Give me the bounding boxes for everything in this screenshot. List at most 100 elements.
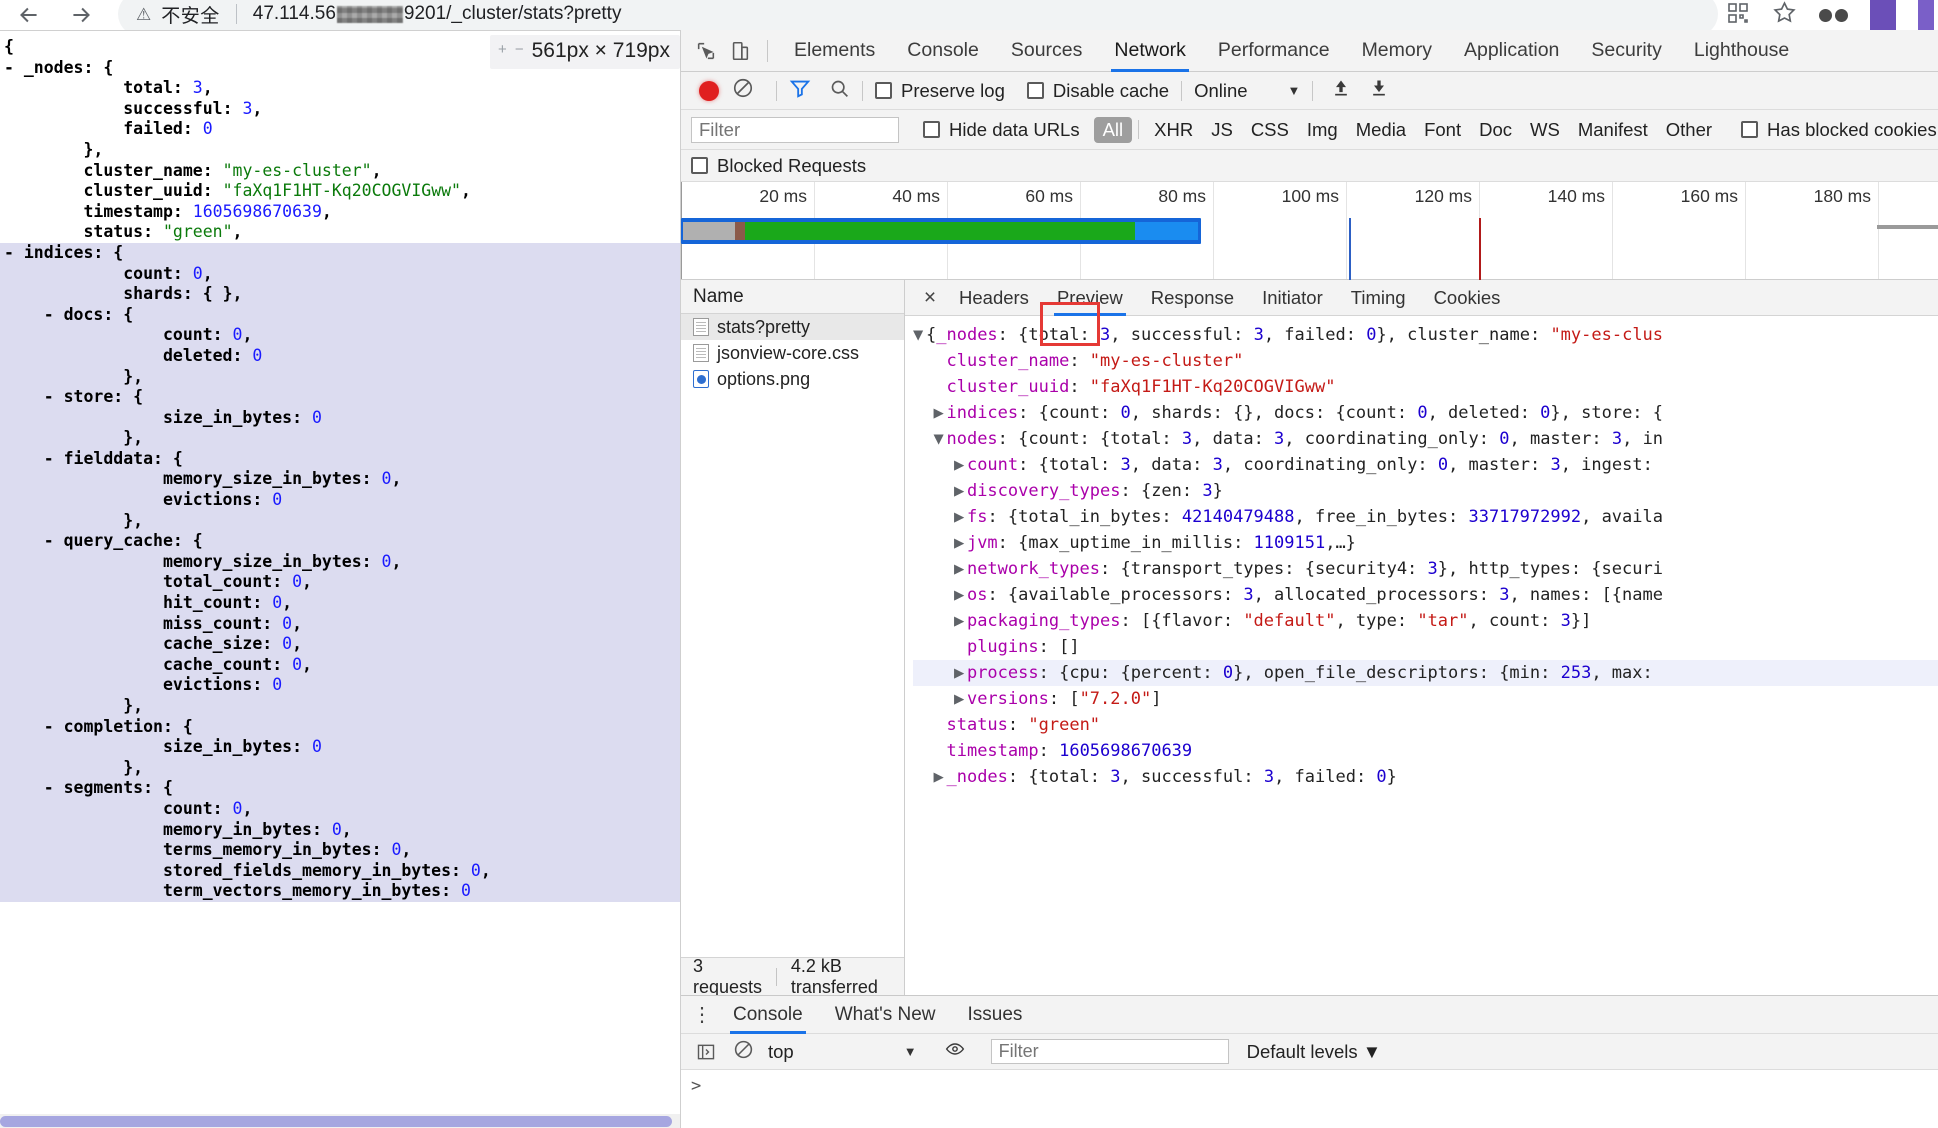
qr-code-icon[interactable]: [1726, 1, 1750, 30]
resource-filter-font[interactable]: Font: [1415, 117, 1470, 143]
resource-filter-js[interactable]: JS: [1202, 117, 1242, 143]
tab-application[interactable]: Application: [1448, 30, 1575, 72]
checkbox-box[interactable]: [923, 121, 940, 138]
disclosure-triangle-icon[interactable]: ▶: [954, 452, 967, 478]
resource-filter-ws[interactable]: WS: [1521, 117, 1569, 143]
preview-line[interactable]: ▶ os: {available_processors: 3, allocated…: [913, 582, 1938, 608]
preview-line[interactable]: status: "green": [913, 712, 1938, 738]
disclosure-triangle-icon[interactable]: ▶: [933, 764, 946, 790]
scrollbar-thumb[interactable]: [0, 1116, 672, 1127]
resource-filter-other[interactable]: Other: [1657, 117, 1721, 143]
disclosure-triangle-icon[interactable]: [933, 348, 946, 374]
preview-json-tree[interactable]: ▼ {_nodes: {total: 3, successful: 3, fail…: [905, 316, 1938, 790]
chevron-down-icon[interactable]: ▼: [904, 1044, 917, 1059]
checkbox-box[interactable]: [691, 157, 708, 174]
detail-tab-headers[interactable]: Headers: [945, 280, 1043, 316]
forward-arrow-icon[interactable]: [68, 2, 94, 28]
clear-network-log-icon[interactable]: [732, 77, 754, 104]
export-har-icon[interactable]: [1369, 77, 1389, 104]
preview-line[interactable]: ▶ fs: {total_in_bytes: 42140479488, free_…: [913, 504, 1938, 530]
record-button-icon[interactable]: [699, 80, 719, 101]
preview-line[interactable]: ▶ jvm: {max_uptime_in_millis: 1109151,…}: [913, 530, 1938, 556]
resource-filter-css[interactable]: CSS: [1242, 117, 1298, 143]
tab-console[interactable]: Console: [891, 30, 995, 72]
console-levels-dropdown[interactable]: Default levels ▼: [1247, 1041, 1382, 1063]
filter-funnel-icon[interactable]: [789, 77, 811, 104]
drawer-tab-issues[interactable]: Issues: [951, 996, 1038, 1034]
request-row[interactable]: options.png: [681, 366, 904, 392]
checkbox-box[interactable]: [1741, 121, 1759, 138]
disclosure-triangle-icon[interactable]: ▶: [954, 582, 967, 608]
detail-tab-timing[interactable]: Timing: [1337, 280, 1420, 316]
preview-line[interactable]: ▶ packaging_types: [{flavor: "default", t…: [913, 608, 1938, 634]
disclosure-triangle-icon[interactable]: [954, 634, 967, 660]
tab-security[interactable]: Security: [1575, 30, 1677, 72]
request-row[interactable]: stats?pretty: [681, 314, 904, 340]
disclosure-triangle-icon[interactable]: ▶: [954, 478, 967, 504]
console-filter-input[interactable]: [990, 1039, 1229, 1064]
search-icon[interactable]: [829, 78, 850, 104]
detail-tab-cookies[interactable]: Cookies: [1420, 280, 1515, 316]
back-arrow-icon[interactable]: [16, 2, 42, 28]
request-list-header[interactable]: Name: [681, 280, 904, 314]
detail-tab-initiator[interactable]: Initiator: [1248, 280, 1337, 316]
disclosure-triangle-icon[interactable]: ▶: [954, 608, 967, 634]
preview-line[interactable]: plugins: []: [913, 634, 1938, 660]
network-filter-input[interactable]: [691, 116, 899, 143]
resource-filter-media[interactable]: Media: [1347, 117, 1415, 143]
blocked-requests-checkbox[interactable]: Blocked Requests: [691, 155, 866, 177]
preview-line[interactable]: timestamp: 1605698670639: [913, 738, 1938, 764]
tab-lighthouse[interactable]: Lighthouse: [1678, 30, 1805, 72]
detail-tab-preview[interactable]: Preview: [1043, 280, 1137, 316]
resource-filter-img[interactable]: Img: [1298, 117, 1347, 143]
disclosure-triangle-icon[interactable]: ▼: [933, 426, 946, 452]
extensions-icon[interactable]: [1819, 8, 1848, 22]
resource-filter-manifest[interactable]: Manifest: [1569, 117, 1657, 143]
preview-line[interactable]: ▶ indices: {count: 0, shards: {}, docs: {…: [913, 400, 1938, 426]
preview-line[interactable]: ▶ discovery_types: {zen: 3}: [913, 478, 1938, 504]
preview-line[interactable]: ▶ versions: ["7.2.0"]: [913, 686, 1938, 712]
close-detail-icon[interactable]: ×: [915, 286, 945, 310]
page-horizontal-scrollbar[interactable]: [0, 1114, 680, 1128]
disclosure-triangle-icon[interactable]: ▶: [933, 400, 946, 426]
has-blocked-cookies-checkbox[interactable]: Has blocked cookies: [1741, 119, 1937, 141]
more-options-icon[interactable]: ⋮: [687, 1002, 717, 1027]
preview-line[interactable]: ▶ count: {total: 3, data: 3, coordinating…: [913, 452, 1938, 478]
console-output[interactable]: >: [681, 1070, 1938, 1128]
tab-performance[interactable]: Performance: [1202, 30, 1346, 72]
inspect-element-icon[interactable]: [689, 34, 723, 68]
import-har-icon[interactable]: [1331, 77, 1351, 104]
throttling-dropdown[interactable]: Online ▼: [1194, 80, 1300, 102]
bookmark-star-icon[interactable]: [1772, 0, 1797, 30]
preview-line[interactable]: ▶ _nodes: {total: 3, successful: 3, faile…: [913, 764, 1938, 790]
disclosure-triangle-icon[interactable]: ▶: [954, 556, 967, 582]
disclosure-triangle-icon[interactable]: ▼: [913, 322, 926, 348]
browser-menu-icon[interactable]: [1918, 0, 1934, 30]
clear-console-icon[interactable]: [733, 1039, 754, 1065]
device-toolbar-icon[interactable]: [723, 34, 757, 68]
checkbox-box[interactable]: [1026, 82, 1044, 99]
console-sidebar-icon[interactable]: [689, 1035, 723, 1069]
console-context-value[interactable]: top: [768, 1041, 794, 1063]
request-row[interactable]: jsonview-core.css: [681, 340, 904, 366]
resource-filter-doc[interactable]: Doc: [1470, 117, 1521, 143]
disclosure-triangle-icon[interactable]: ▶: [954, 686, 967, 712]
preview-line[interactable]: ▶ process: {cpu: {percent: 0}, open_file_…: [913, 660, 1938, 686]
hide-data-urls-checkbox[interactable]: Hide data URLs: [923, 119, 1080, 141]
disable-cache-checkbox[interactable]: Disable cache: [1026, 80, 1169, 102]
disclosure-triangle-icon[interactable]: ▶: [954, 504, 967, 530]
resource-filter-xhr[interactable]: XHR: [1145, 117, 1202, 143]
disclosure-triangle-icon[interactable]: [933, 374, 946, 400]
tab-elements[interactable]: Elements: [778, 30, 891, 72]
preview-line[interactable]: cluster_uuid: "faXq1F1HT-Kq20COGVIGww": [913, 374, 1938, 400]
preview-line[interactable]: ▼ {_nodes: {total: 3, successful: 3, fail…: [913, 322, 1938, 348]
live-expression-eye-icon[interactable]: [943, 1039, 967, 1064]
disclosure-triangle-icon[interactable]: [933, 738, 946, 764]
drawer-tab-console[interactable]: Console: [717, 996, 819, 1034]
disclosure-triangle-icon[interactable]: ▶: [954, 530, 967, 556]
preview-line[interactable]: ▼ nodes: {count: {total: 3, data: 3, coor…: [913, 426, 1938, 452]
disclosure-triangle-icon[interactable]: ▶: [954, 660, 967, 686]
preview-line[interactable]: cluster_name: "my-es-cluster": [913, 348, 1938, 374]
resource-filter-all[interactable]: All: [1093, 116, 1133, 143]
tab-memory[interactable]: Memory: [1346, 30, 1448, 72]
